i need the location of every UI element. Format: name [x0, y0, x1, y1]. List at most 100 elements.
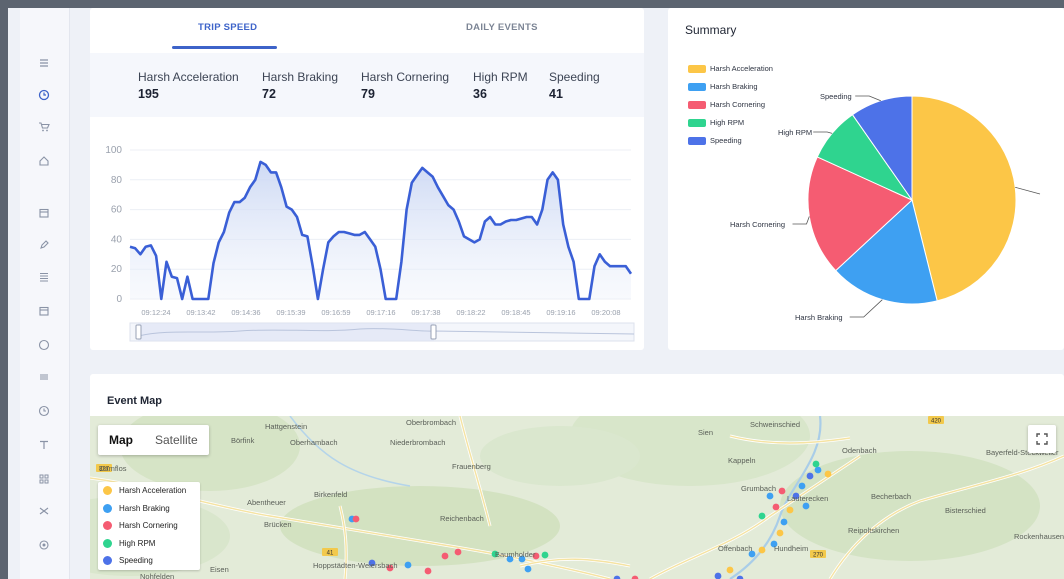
- map-legend-label: High RPM: [119, 538, 156, 548]
- event-marker[interactable]: [714, 572, 722, 579]
- tab-daily-events[interactable]: DAILY EVENTS: [466, 22, 538, 33]
- clock-icon[interactable]: [37, 88, 51, 102]
- map-legend-dot: [103, 521, 112, 530]
- road-number-label: 41: [327, 551, 334, 557]
- menu-icon[interactable]: [37, 270, 51, 284]
- event-marker[interactable]: [798, 482, 806, 490]
- map-place-label: Schweinschied: [750, 420, 801, 429]
- summary-card: Summary Harsh Acceleration Harsh Braking H…: [668, 8, 1064, 350]
- stat-value: 72: [262, 87, 276, 101]
- pie-slice-label: Harsh Braking: [795, 313, 843, 322]
- event-marker[interactable]: [812, 460, 820, 468]
- grid-icon[interactable]: [37, 472, 51, 486]
- event-marker[interactable]: [524, 565, 532, 573]
- map-place-label: Rockenhausen: [1014, 532, 1064, 541]
- event-marker[interactable]: [776, 529, 784, 537]
- list-alt-icon[interactable]: [37, 370, 51, 384]
- map-legend-dot: [103, 503, 112, 513]
- map-type-toggle[interactable]: Map Satellite: [98, 425, 209, 455]
- settings-icon[interactable]: [37, 538, 51, 552]
- stat-label: Harsh Acceleration: [138, 70, 239, 84]
- stat-label: Speeding: [549, 70, 600, 84]
- map-legend-label: Harsh Acceleration: [119, 486, 187, 495]
- event-marker[interactable]: [758, 546, 766, 554]
- map-place-label: Bisterschied: [945, 506, 986, 515]
- stat-value: 41: [549, 87, 563, 101]
- event-marker[interactable]: [766, 492, 774, 500]
- event-marker[interactable]: [726, 566, 734, 574]
- event-marker[interactable]: [780, 518, 788, 526]
- map-place-label: Niederbrombach: [390, 438, 446, 447]
- edit-icon[interactable]: [37, 238, 51, 252]
- event-marker[interactable]: [736, 575, 744, 579]
- trip-speed-chart: 100 80 60 40 20 0 09:12:24 09:13:42 09:14:36 09:1…: [105, 145, 635, 342]
- chat-icon[interactable]: [37, 338, 51, 352]
- map-legend-item: Speeding: [103, 556, 153, 565]
- event-marker[interactable]: [824, 470, 832, 478]
- tab-trip-speed[interactable]: TRIP SPEED: [198, 22, 257, 33]
- map-place-label: Eisen: [210, 565, 229, 574]
- map-place-label: Sien: [698, 428, 714, 437]
- map-place-label: Lauterecken: [787, 494, 829, 503]
- x-tick-label: 09:18:45: [501, 308, 530, 317]
- map-river: [289, 416, 411, 487]
- pie-leader-line: [849, 299, 883, 318]
- map-place-label: Nohfelden: [140, 572, 175, 579]
- map-place-label: Oberbrombach: [406, 418, 457, 427]
- map-legend-label: Harsh Braking: [119, 503, 170, 513]
- event-marker[interactable]: [404, 561, 412, 569]
- calendar-icon[interactable]: [37, 206, 51, 220]
- event-marker[interactable]: [541, 551, 549, 559]
- range-slider-right-handle[interactable]: [430, 324, 437, 340]
- y-tick-label: 0: [116, 294, 122, 305]
- x-tick-label: 09:12:24: [141, 308, 170, 317]
- stat-label: High RPM: [473, 70, 528, 84]
- map-legend-item: Harsh Braking: [103, 503, 170, 513]
- event-marker[interactable]: [454, 548, 462, 556]
- map-legend-label: Speeding: [119, 556, 153, 565]
- shuffle-icon[interactable]: [37, 504, 51, 518]
- event-marker[interactable]: [424, 567, 432, 575]
- map-legend-dot: [103, 538, 112, 548]
- fullscreen-button[interactable]: [1028, 425, 1056, 453]
- event-map[interactable]: 327 41 420 270 Hattgenstein Oberbrombach Ober…: [90, 416, 1064, 579]
- event-marker[interactable]: [613, 575, 621, 579]
- event-marker[interactable]: [758, 512, 766, 520]
- stat-value: 36: [473, 87, 487, 101]
- event-marker[interactable]: [802, 502, 810, 510]
- home-icon[interactable]: [37, 154, 51, 168]
- speed-area-fill: [130, 161, 631, 299]
- app-frame: TRIP SPEED DAILY EVENTS Harsh Accelerati…: [8, 8, 1064, 579]
- x-tick-label: 09:20:08: [591, 308, 620, 317]
- text-icon[interactable]: [37, 438, 51, 452]
- event-marker[interactable]: [772, 503, 780, 511]
- event-marker[interactable]: [806, 472, 814, 480]
- map-place-label: Damflos: [99, 464, 127, 473]
- history-icon[interactable]: [37, 404, 51, 418]
- stat-value: 195: [138, 87, 159, 101]
- stat-harsh-braking: Harsh Braking 72: [262, 70, 338, 101]
- range-slider-left-handle[interactable]: [135, 324, 142, 340]
- event-stats: Harsh Acceleration 195 Harsh Braking 72 …: [90, 53, 644, 117]
- map-type-map-button[interactable]: Map: [98, 425, 144, 455]
- event-marker[interactable]: [786, 506, 794, 514]
- event-marker[interactable]: [814, 466, 822, 474]
- trip-speed-card: TRIP SPEED DAILY EVENTS Harsh Accelerati…: [90, 8, 644, 350]
- map-place-label: Oberhambach: [290, 438, 338, 447]
- calendar-alt-icon[interactable]: [37, 304, 51, 318]
- y-tick-label: 60: [111, 205, 123, 216]
- pie-leader-line: [855, 95, 881, 102]
- list-icon[interactable]: [37, 56, 51, 70]
- pie-leader-line: [1015, 186, 1041, 195]
- x-tick-label: 09:17:38: [411, 308, 440, 317]
- event-marker[interactable]: [352, 515, 360, 523]
- x-tick-label: 09:16:59: [321, 308, 350, 317]
- cart-icon[interactable]: [37, 120, 51, 134]
- event-marker[interactable]: [441, 552, 449, 560]
- map-type-satellite-button[interactable]: Satellite: [144, 425, 209, 455]
- map-legend-item: High RPM: [103, 538, 156, 548]
- event-marker[interactable]: [631, 575, 639, 579]
- pie-slice-label: Harsh Cornering: [730, 220, 785, 229]
- event-marker[interactable]: [778, 487, 786, 495]
- map-place-label: Becherbach: [871, 492, 912, 501]
